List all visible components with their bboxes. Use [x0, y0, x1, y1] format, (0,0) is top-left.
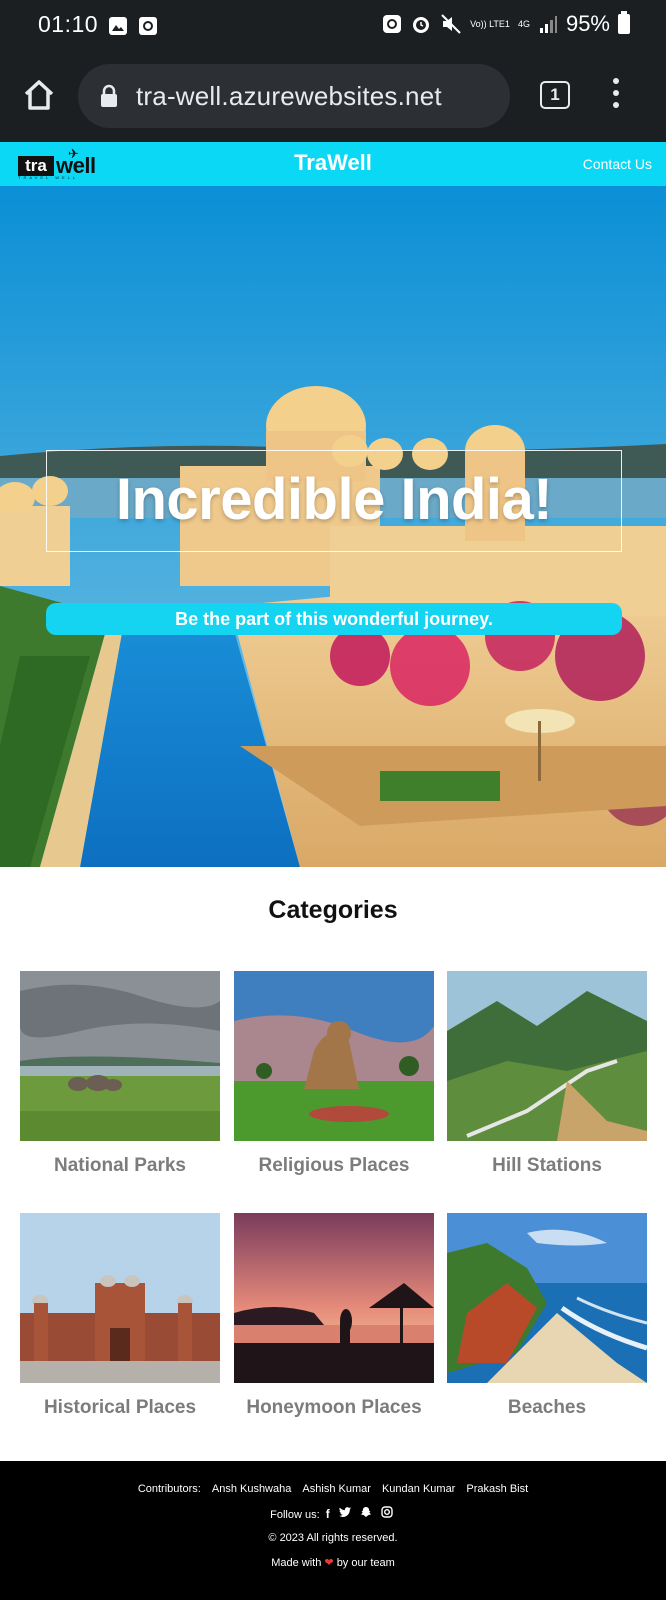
- category-label[interactable]: Honeymoon Places: [234, 1397, 434, 1419]
- lock-icon[interactable]: [100, 84, 118, 108]
- categories-heading: Categories: [268, 896, 398, 924]
- volte-indicator: Vo)) LTE1: [470, 18, 510, 29]
- historical-places-image[interactable]: [20, 1213, 220, 1383]
- made-with-line: Made with ❤ by our team: [0, 1556, 666, 1569]
- network-indicator: 4G: [517, 18, 530, 29]
- facebook-icon[interactable]: f: [326, 1507, 330, 1521]
- site-title: TraWell: [294, 150, 372, 175]
- site-logo[interactable]: tra well ✈ TRAVEL WELL: [18, 146, 96, 180]
- logo-tra: tra: [18, 156, 54, 176]
- category-card-national-parks[interactable]: National Parks: [20, 971, 220, 1177]
- status-time: 01:10: [38, 11, 99, 37]
- twitter-icon[interactable]: [338, 1507, 351, 1521]
- contributors-line: Contributors: Ansh Kushwaha Ashish Kumar…: [0, 1483, 666, 1495]
- logo-tagline: TRAVEL WELL: [18, 175, 79, 180]
- category-card-honeymoon-places[interactable]: Honeymoon Places: [234, 1213, 434, 1419]
- hero-banner: Incredible India! Be the part of this wo…: [0, 186, 666, 867]
- battery-percent: 95%: [565, 11, 610, 36]
- national-parks-image[interactable]: [20, 971, 220, 1141]
- contributor-name[interactable]: Ashish Kumar: [302, 1483, 370, 1495]
- notification-icons: [108, 16, 158, 36]
- gallery-icon: [109, 17, 127, 35]
- follow-us-line: Follow us: f: [0, 1506, 666, 1521]
- category-label[interactable]: Beaches: [447, 1397, 647, 1419]
- clock-app-icon: [139, 17, 157, 35]
- signal-icon: [539, 16, 557, 33]
- url-text[interactable]: tra-well.azurewebsites.net: [136, 81, 442, 112]
- category-card-religious-places[interactable]: Religious Places: [234, 971, 434, 1177]
- category-label[interactable]: Historical Places: [20, 1397, 220, 1419]
- category-card-historical-places[interactable]: Historical Places: [20, 1213, 220, 1419]
- system-icons: Vo)) LTE1 4G 95%: [382, 11, 630, 37]
- copyright-text: © 2023 All rights reserved.: [268, 1532, 398, 1544]
- contact-us-link[interactable]: Contact Us: [583, 156, 652, 172]
- contributor-name[interactable]: Ansh Kushwaha: [212, 1483, 292, 1495]
- browser-toolbar: tra-well.azurewebsites.net 1: [0, 52, 666, 142]
- category-label[interactable]: Religious Places: [234, 1155, 434, 1177]
- airplane-icon: ✈: [68, 146, 79, 161]
- category-card-beaches[interactable]: Beaches: [447, 1213, 647, 1419]
- site-header: tra well ✈ TRAVEL WELL TraWell Contact U…: [0, 142, 666, 186]
- contributor-name[interactable]: Prakash Bist: [466, 1483, 528, 1495]
- mute-icon: [441, 14, 461, 34]
- browser-menu-icon[interactable]: [612, 78, 620, 114]
- hero-subtitle: Be the part of this wonderful journey.: [46, 603, 622, 635]
- made-prefix: Made with: [271, 1557, 322, 1569]
- site-footer: Contributors: Ansh Kushwaha Ashish Kumar…: [0, 1461, 666, 1600]
- snapchat-icon[interactable]: [360, 1506, 372, 1521]
- religious-places-image[interactable]: [234, 971, 434, 1141]
- tab-switcher-button[interactable]: 1: [540, 81, 570, 109]
- alarm-icon: [413, 17, 430, 33]
- heart-icon: ❤: [324, 1557, 334, 1569]
- category-card-hill-stations[interactable]: Hill Stations: [447, 971, 647, 1177]
- battery-icon: [618, 11, 630, 34]
- made-suffix: by our team: [336, 1557, 395, 1569]
- recycle-icon: [383, 15, 402, 33]
- category-label[interactable]: National Parks: [20, 1155, 220, 1177]
- beaches-image[interactable]: [447, 1213, 647, 1383]
- hero-title: Incredible India!: [115, 467, 553, 532]
- category-label[interactable]: Hill Stations: [447, 1155, 647, 1177]
- home-icon[interactable]: [22, 78, 56, 112]
- instagram-icon[interactable]: [381, 1506, 393, 1521]
- hill-stations-image[interactable]: [447, 971, 647, 1141]
- honeymoon-places-image[interactable]: [234, 1213, 434, 1383]
- contributors-label: Contributors:: [137, 1483, 201, 1495]
- status-bar: 01:10 Vo)) LTE1 4G 95%: [0, 0, 666, 52]
- contributor-name[interactable]: Kundan Kumar: [382, 1483, 455, 1495]
- follow-label: Follow us:: [270, 1509, 320, 1521]
- address-bar[interactable]: tra-well.azurewebsites.net: [78, 64, 510, 128]
